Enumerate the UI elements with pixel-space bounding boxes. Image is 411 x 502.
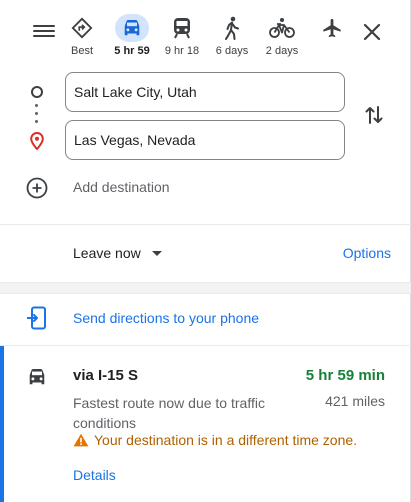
hamburger-menu-icon[interactable]: [33, 22, 55, 42]
transit-train-icon: [165, 14, 199, 42]
route-dots-icon: [35, 104, 39, 128]
route-name: via I-15 S: [73, 367, 139, 384]
mode-driving[interactable]: 5 hr 59: [112, 12, 152, 60]
best-route-diamond-icon: [65, 14, 99, 42]
car-icon: [115, 14, 149, 42]
leave-now-label: Leave now: [73, 245, 141, 261]
timezone-warning: Your destination is in a different time …: [73, 432, 357, 448]
leave-now-dropdown[interactable]: Leave now: [73, 245, 162, 261]
send-to-phone-icon[interactable]: [26, 306, 48, 330]
car-icon: [26, 367, 48, 387]
options-button[interactable]: Options: [343, 245, 391, 261]
origin-input[interactable]: Salt Lake City, Utah: [65, 72, 345, 112]
mode-flights[interactable]: [312, 12, 352, 60]
mode-cycling[interactable]: 2 days: [262, 12, 302, 60]
travel-mode-bar: Best 5 hr 59 9 hr 18 6 days 2 days: [0, 0, 411, 64]
origin-circle-icon: [31, 86, 43, 98]
mode-transit[interactable]: 9 hr 18: [162, 12, 202, 60]
directions-panel: Best 5 hr 59 9 hr 18 6 days 2 days Salt …: [0, 0, 411, 502]
timezone-warning-text: Your destination is in a different time …: [94, 432, 358, 448]
mode-walking[interactable]: 6 days: [212, 12, 252, 60]
destination-input[interactable]: Las Vegas, Nevada: [65, 120, 345, 160]
selected-route-indicator: [0, 346, 4, 502]
add-destination-button[interactable]: Add destination: [73, 179, 170, 195]
divider: [0, 224, 411, 225]
mode-best[interactable]: Best: [62, 12, 102, 60]
section-separator: [0, 282, 411, 294]
route-description: Fastest route now due to traffic conditi…: [73, 395, 265, 431]
details-button[interactable]: Details: [73, 467, 116, 483]
airplane-icon: [315, 14, 349, 42]
add-circle-icon[interactable]: [26, 177, 48, 199]
caret-down-icon: [151, 251, 162, 256]
mode-cycling-label: 2 days: [265, 45, 299, 57]
route-card[interactable]: via I-15 S 5 hr 59 min Fastest route now…: [0, 346, 411, 502]
send-directions-link[interactable]: Send directions to your phone: [73, 310, 259, 326]
warning-icon: [73, 433, 89, 447]
walking-person-icon: [215, 14, 249, 42]
route-distance: 421 miles: [325, 393, 385, 409]
close-icon[interactable]: [361, 21, 383, 43]
route-duration: 5 hr 59 min: [305, 367, 385, 384]
bicycle-icon: [265, 14, 299, 42]
swap-vertical-icon[interactable]: [364, 104, 384, 126]
destination-pin-icon: [29, 131, 45, 151]
